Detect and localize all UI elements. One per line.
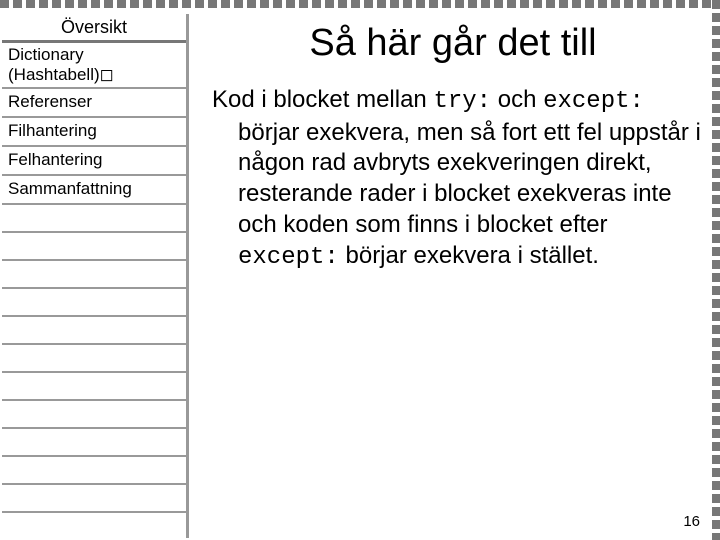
sidebar-item-empty: [2, 289, 186, 317]
sidebar-item-label: Dictionary (Hashtabell): [8, 45, 100, 84]
code-try: try:: [433, 88, 491, 115]
slide-body: Kod i blocket mellan try: och except: bö…: [200, 85, 706, 273]
sidebar-item-empty: [2, 233, 186, 261]
code-except-1: except:: [543, 88, 644, 115]
sidebar-item-label: Filhantering: [8, 121, 97, 140]
sidebar-item-dictionary[interactable]: Dictionary (Hashtabell)◻: [2, 43, 186, 89]
sidebar-item-empty: [2, 457, 186, 485]
sidebar-header: Översikt: [2, 14, 186, 43]
sidebar-item-empty: [2, 485, 186, 513]
sidebar-item-empty: [2, 345, 186, 373]
sidebar-item-label: Sammanfattning: [8, 179, 132, 198]
body-text-pre: Kod i blocket mellan: [212, 86, 433, 113]
sidebar-item-label: Referenser: [8, 92, 92, 111]
sidebar-item-empty: [2, 373, 186, 401]
body-text-post: börjar exekvera i stället.: [339, 242, 599, 269]
code-except-2: except:: [238, 244, 339, 271]
sidebar-item-sammanfattning[interactable]: Sammanfattning: [2, 176, 186, 205]
sidebar: Översikt Dictionary (Hashtabell)◻ Refere…: [2, 14, 189, 538]
sidebar-item-label: Felhantering: [8, 150, 103, 169]
slide: Översikt Dictionary (Hashtabell)◻ Refere…: [0, 0, 720, 540]
sidebar-item-empty: [2, 261, 186, 289]
decorative-right-border: [712, 0, 720, 540]
body-text-mid2: börjar exekvera, men så fort ett fel upp…: [238, 119, 701, 238]
decorative-top-border: [0, 0, 720, 8]
page-number: 16: [683, 513, 700, 530]
sidebar-item-empty: [2, 429, 186, 457]
sidebar-item-referenser[interactable]: Referenser: [2, 89, 186, 118]
marker-icon: ◻: [100, 65, 114, 84]
body-text-mid1: och: [491, 86, 543, 113]
sidebar-item-filhantering[interactable]: Filhantering: [2, 118, 186, 147]
sidebar-item-empty: [2, 317, 186, 345]
sidebar-item-empty: [2, 401, 186, 429]
sidebar-item-empty: [2, 205, 186, 233]
slide-title: Så här går det till: [200, 22, 706, 65]
sidebar-item-felhantering[interactable]: Felhantering: [2, 147, 186, 176]
content-area: Så här går det till Kod i blocket mellan…: [200, 12, 706, 532]
